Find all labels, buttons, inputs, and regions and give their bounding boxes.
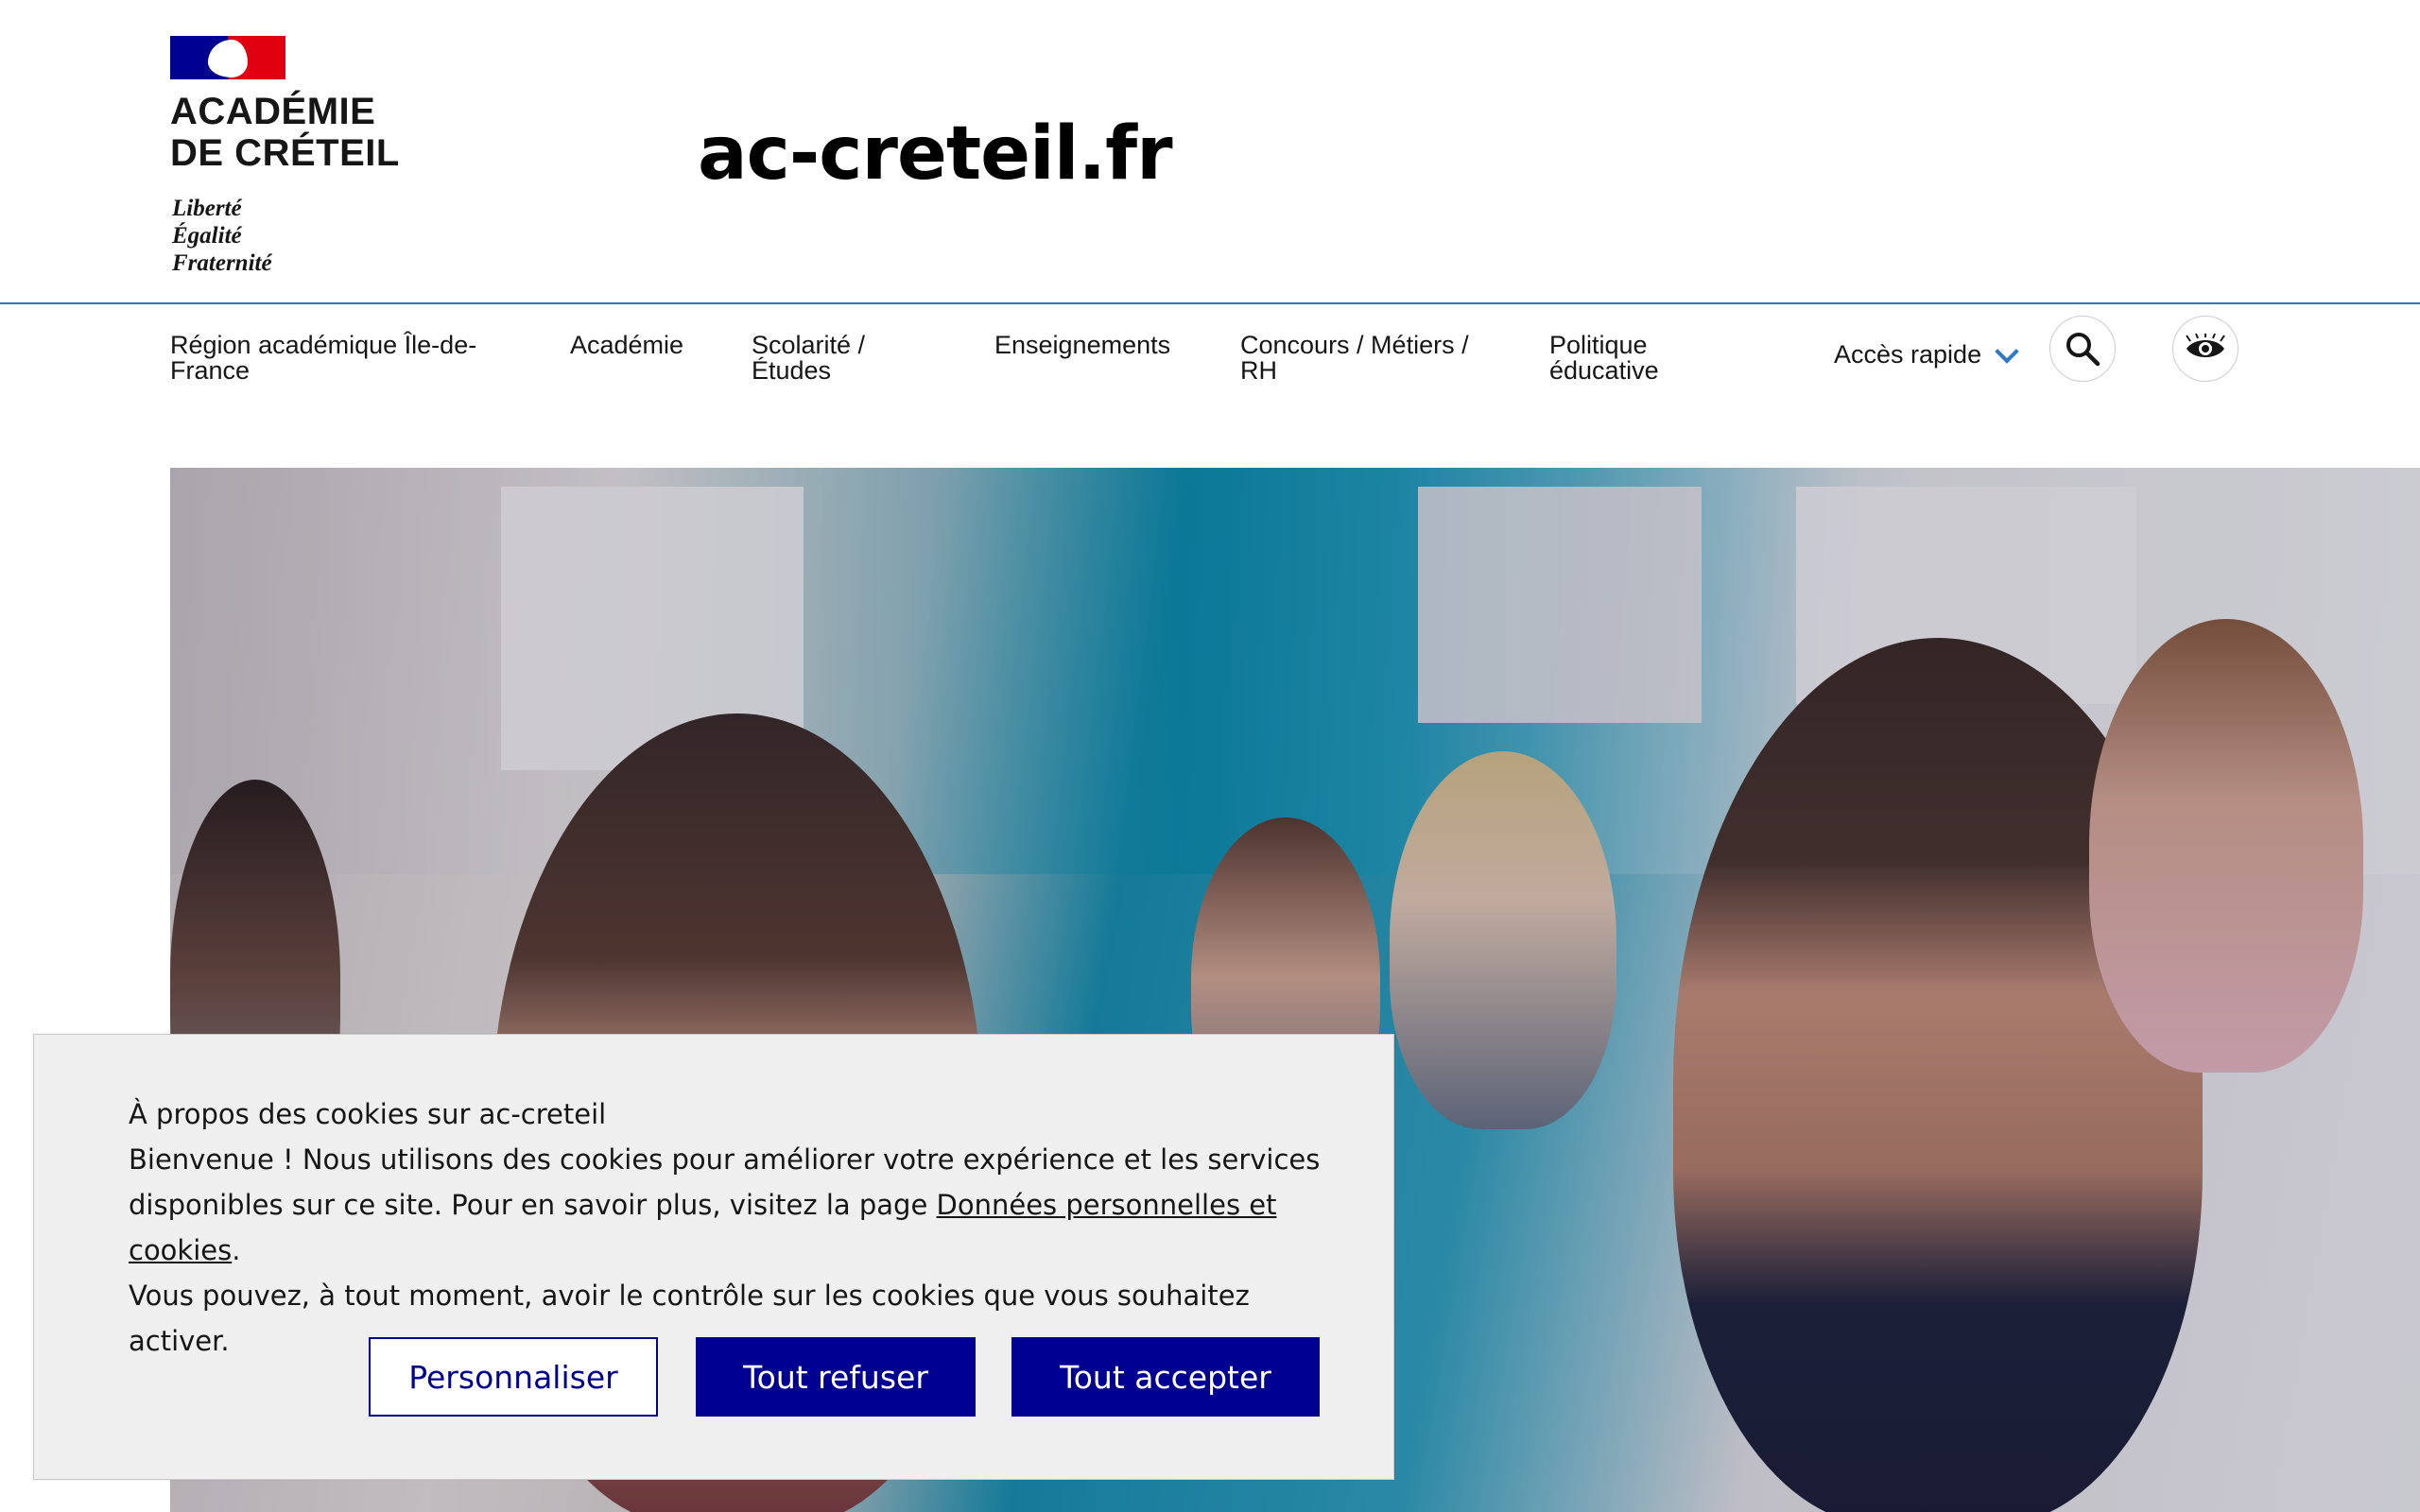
main-nav: Région académique Île-de- France Académie… [0,304,2420,446]
search-icon [2066,333,2100,367]
quick-access-label: Accès rapide [1834,340,1982,369]
cookie-title: À propos des cookies sur ac-creteil [129,1098,607,1130]
quick-access-menu[interactable]: Accès rapide [1834,338,2019,369]
site-header: ACADÉMIE DE CRÉTEIL Liberté Égalité Frat… [0,0,2420,302]
nav-item-politique[interactable]: Politique éducative [1549,333,1659,384]
refuse-all-button[interactable]: Tout refuser [696,1337,976,1417]
nav-item-concours[interactable]: Concours / Métiers / RH [1240,333,1469,384]
site-name[interactable]: ac-creteil.fr [698,112,1173,197]
logo-title: ACADÉMIE DE CRÉTEIL [170,91,400,174]
chevron-down-icon [1995,338,2019,364]
eye-icon [2186,334,2225,357]
nav-item-region[interactable]: Région académique Île-de- France [170,333,476,384]
accept-all-button[interactable]: Tout accepter [1011,1337,1320,1417]
marianne-flag-icon [170,36,285,79]
cookie-banner: À propos des cookies sur ac-creteil Bien… [33,1034,1394,1480]
nav-item-enseignements[interactable]: Enseignements [994,333,1170,358]
logo-motto: Liberté Égalité Fraternité [172,196,272,276]
nav-item-scolarite[interactable]: Scolarité / Études [752,333,865,384]
search-button[interactable] [2049,316,2116,382]
cookie-description: Bienvenue ! Nous utilisons des cookies p… [129,1143,1321,1266]
academy-logo[interactable]: ACADÉMIE DE CRÉTEIL Liberté Égalité Frat… [170,36,454,282]
nav-item-academie[interactable]: Académie [570,333,683,358]
cookie-text: À propos des cookies sur ac-creteil Bien… [129,1091,1339,1364]
customize-button[interactable]: Personnaliser [369,1337,658,1417]
accessibility-button[interactable] [2172,316,2238,382]
